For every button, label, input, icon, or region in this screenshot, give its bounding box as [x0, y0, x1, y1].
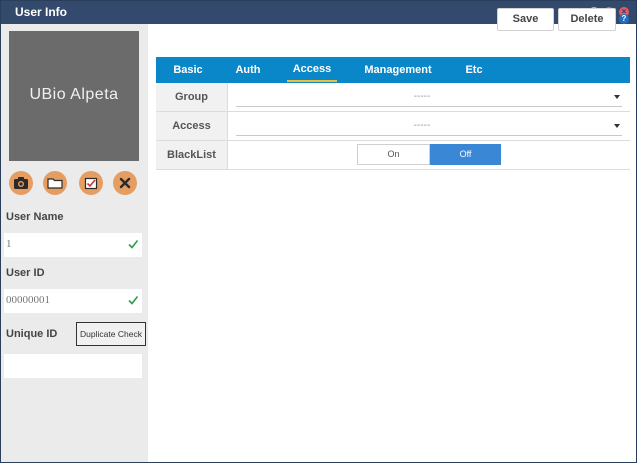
blacklist-on-option[interactable]: On — [357, 144, 430, 165]
tab-etc[interactable]: Etc — [458, 57, 490, 83]
duplicate-check-button[interactable]: Duplicate Check — [76, 322, 146, 346]
user-info-window: User Info × UBio Alpeta User Name 1 User… — [0, 0, 637, 463]
help-icon[interactable]: ? — [619, 14, 629, 24]
user-id-field[interactable]: 00000001 — [4, 289, 142, 313]
user-id-value: 00000001 — [6, 294, 50, 306]
save-button[interactable]: Save — [497, 8, 554, 31]
tab-auth[interactable]: Auth — [228, 57, 268, 83]
camera-icon[interactable] — [9, 171, 33, 195]
unique-id-label: Unique ID — [6, 328, 58, 340]
access-group-row: Access Group ----- — [156, 112, 630, 160]
profile-panel: UBio Alpeta User Name 1 User ID 00000001… — [1, 24, 148, 462]
remove-icon[interactable] — [113, 171, 137, 195]
chevron-down-icon — [614, 95, 620, 99]
user-id-label: User ID — [6, 267, 45, 279]
group-label: Group — [156, 83, 228, 111]
tab-basic[interactable]: Basic — [168, 57, 208, 83]
group-selected-value: ----- — [413, 91, 431, 102]
unique-id-field[interactable] — [4, 354, 142, 378]
blacklist-off-option[interactable]: Off — [430, 144, 501, 165]
blacklist-row: BlackList On Off — [156, 141, 630, 170]
chevron-down-icon — [614, 124, 620, 128]
access-group-selected-value: ----- — [413, 120, 431, 131]
tab-bar: Basic Auth Access Management Etc — [156, 57, 630, 83]
blacklist-label: BlackList — [156, 141, 228, 169]
checkbox-icon[interactable] — [79, 171, 103, 195]
user-name-value: 1 — [6, 238, 12, 250]
folder-icon[interactable] — [43, 171, 67, 195]
checkmark-icon — [127, 293, 139, 311]
user-name-label: User Name — [6, 211, 64, 223]
user-name-field[interactable]: 1 — [4, 233, 142, 257]
window-title: User Info — [15, 5, 68, 19]
tab-access[interactable]: Access — [287, 57, 337, 82]
photo-placeholder-label: UBio Alpeta — [29, 86, 119, 103]
tab-management[interactable]: Management — [356, 57, 440, 83]
delete-button[interactable]: Delete — [558, 8, 616, 31]
access-group-select[interactable]: ----- — [236, 118, 622, 136]
checkmark-icon — [127, 237, 139, 255]
group-select[interactable]: ----- — [236, 89, 622, 107]
user-photo: UBio Alpeta — [9, 31, 139, 161]
group-row: Group ----- — [156, 83, 630, 112]
access-group-label: Access Group — [156, 112, 228, 160]
